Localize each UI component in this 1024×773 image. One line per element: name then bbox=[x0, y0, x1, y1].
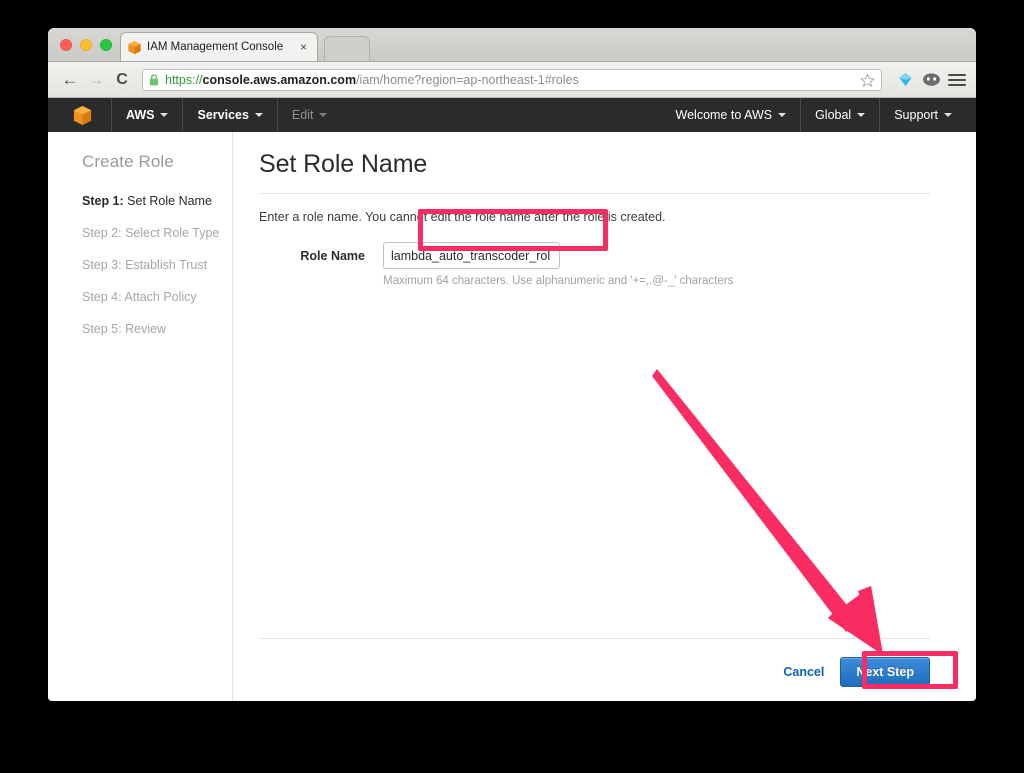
browser-tab-inactive[interactable] bbox=[324, 36, 370, 61]
nav-item-support-label: Support bbox=[894, 108, 938, 122]
maximize-window-button[interactable] bbox=[100, 39, 112, 51]
chevron-down-icon bbox=[160, 113, 169, 117]
nav-item-edit-label: Edit bbox=[291, 108, 314, 122]
nav-item-aws-label: AWS bbox=[126, 108, 155, 122]
heading-divider bbox=[259, 193, 930, 194]
address-bar-url: https://console.aws.amazon.com/iam/home?… bbox=[165, 73, 579, 87]
sidebar-item-step-3[interactable]: Step 3: Establish Trust bbox=[82, 258, 232, 272]
console-body: Create Role Step 1: Set Role Name Step 2… bbox=[48, 132, 976, 701]
browser-tab-strip: IAM Management Console × bbox=[48, 28, 976, 62]
next-step-button[interactable]: Next Step bbox=[840, 657, 930, 687]
aws-cube-icon bbox=[128, 40, 141, 54]
chevron-down-icon bbox=[319, 113, 328, 117]
chevron-down-icon bbox=[944, 113, 952, 117]
step-2-number: Step 2: bbox=[82, 226, 122, 240]
browser-window: IAM Management Console × ← → C https://c… bbox=[48, 28, 976, 701]
step-4-label: Attach Policy bbox=[121, 290, 197, 304]
reload-icon[interactable]: C bbox=[110, 68, 134, 92]
wizard-sidebar: Create Role Step 1: Set Role Name Step 2… bbox=[48, 132, 233, 701]
step-2-label: Select Role Type bbox=[121, 226, 220, 240]
cancel-button[interactable]: Cancel bbox=[783, 665, 824, 679]
role-name-label: Role Name bbox=[300, 249, 365, 263]
aws-cube-logo[interactable] bbox=[48, 98, 111, 132]
step-3-number: Step 3: bbox=[82, 258, 122, 272]
aws-navbar: AWS Services Edit Welcome to AWS Global … bbox=[48, 98, 976, 132]
nav-item-welcome-label: Welcome to AWS bbox=[675, 108, 773, 122]
nav-item-services[interactable]: Services bbox=[182, 98, 276, 132]
browser-toolbar: ← → C https://console.aws.amazon.com/iam… bbox=[48, 62, 976, 98]
forward-icon[interactable]: → bbox=[84, 68, 108, 92]
chevron-down-icon bbox=[857, 113, 866, 117]
bookmark-star-icon[interactable] bbox=[860, 72, 875, 88]
sidebar-item-step-2[interactable]: Step 2: Select Role Type bbox=[82, 226, 232, 240]
nav-item-aws[interactable]: AWS bbox=[111, 98, 182, 132]
sidebar-item-step-4[interactable]: Step 4: Attach Policy bbox=[82, 290, 232, 304]
aws-navbar-right: Welcome to AWS Global Support bbox=[662, 98, 966, 132]
window-traffic-lights bbox=[60, 39, 112, 51]
intro-text: Enter a role name. You cannot edit the r… bbox=[259, 210, 666, 224]
nav-item-support[interactable]: Support bbox=[879, 98, 966, 132]
role-name-form-row: Role Name Maximum 64 characters. Use alp… bbox=[259, 242, 930, 287]
nav-item-region[interactable]: Global bbox=[800, 98, 879, 132]
address-bar[interactable]: https://console.aws.amazon.com/iam/home?… bbox=[142, 68, 882, 91]
aws-navbar-left: AWS Services Edit bbox=[48, 98, 341, 132]
close-tab-icon[interactable]: × bbox=[296, 41, 311, 53]
url-scheme: https:// bbox=[165, 72, 203, 87]
chevron-down-icon bbox=[778, 113, 787, 117]
step-1-number: Step 1: bbox=[82, 194, 124, 208]
sidebar-item-step-1[interactable]: Step 1: Set Role Name bbox=[82, 194, 232, 208]
wizard-title: Create Role bbox=[82, 152, 174, 171]
step-4-number: Step 4: bbox=[82, 290, 122, 304]
nav-item-region-label: Global bbox=[815, 108, 852, 122]
hamburger-menu-icon[interactable] bbox=[948, 73, 966, 86]
step-1-label: Set Role Name bbox=[123, 194, 212, 208]
back-icon[interactable]: ← bbox=[58, 68, 82, 92]
nav-item-welcome[interactable]: Welcome to AWS bbox=[662, 98, 801, 132]
screen-root: IAM Management Console × ← → C https://c… bbox=[0, 0, 1024, 773]
step-3-label: Establish Trust bbox=[121, 258, 208, 272]
browser-tab-active[interactable]: IAM Management Console × bbox=[120, 32, 318, 61]
step-5-label: Review bbox=[121, 322, 167, 336]
nav-item-services-label: Services bbox=[197, 108, 249, 122]
url-path: /iam/home?region=ap-northeast-1#roles bbox=[356, 72, 579, 87]
sidebar-item-step-5[interactable]: Step 5: Review bbox=[82, 322, 232, 336]
role-name-hint: Maximum 64 characters. Use alphanumeric … bbox=[383, 275, 734, 287]
page-title: Set Role Name bbox=[259, 150, 428, 178]
chevron-down-icon bbox=[254, 113, 263, 117]
footer-divider bbox=[259, 638, 930, 639]
blue-diamond-extension-icon[interactable] bbox=[894, 69, 916, 91]
footer-actions: Cancel Next Step bbox=[783, 657, 930, 687]
role-name-input[interactable] bbox=[383, 242, 560, 269]
secure-lock-icon bbox=[149, 73, 159, 85]
nav-item-edit[interactable]: Edit bbox=[276, 98, 342, 132]
close-window-button[interactable] bbox=[60, 39, 72, 51]
browser-tab-title: IAM Management Console bbox=[147, 41, 284, 53]
main-panel: Set Role Name Enter a role name. You can… bbox=[233, 132, 976, 701]
role-name-field-group: Maximum 64 characters. Use alphanumeric … bbox=[383, 242, 733, 287]
url-host: console.aws.amazon.com bbox=[202, 72, 357, 87]
step-5-number: Step 5: bbox=[82, 322, 122, 336]
minimize-window-button[interactable] bbox=[80, 39, 92, 51]
dark-oval-extension-icon[interactable] bbox=[920, 69, 942, 91]
